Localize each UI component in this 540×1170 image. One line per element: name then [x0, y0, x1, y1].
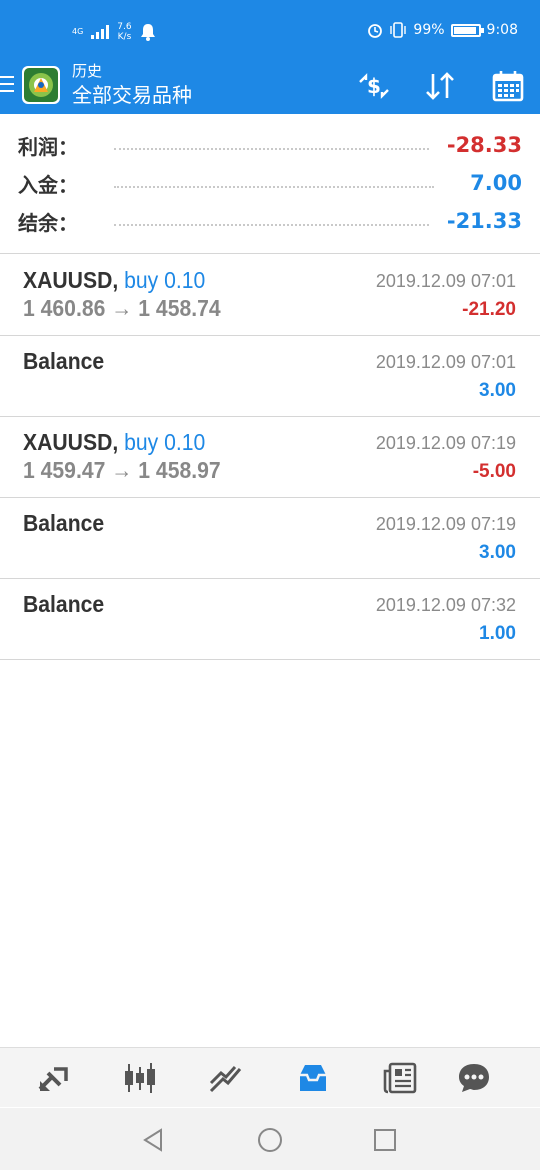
net-speed-unit: K/s: [117, 32, 132, 42]
system-nav-bar: [0, 1108, 540, 1170]
item-symbol-line: Balance: [23, 591, 104, 618]
dotted-leader: [114, 148, 429, 150]
summary-balance-row: 结余： -21.33: [18, 202, 522, 240]
dotted-leader: [114, 224, 429, 226]
status-left: 4G 7.6 K/s: [72, 22, 156, 42]
item-amount: 3.00: [479, 542, 516, 563]
notification-bell-icon: [140, 24, 155, 41]
item-prices: 1 459.47 → 1 458.97: [23, 457, 221, 483]
app-bar: 历史 全部交易品种 $: [0, 58, 540, 114]
item-symbol-line: Balance: [23, 510, 104, 537]
news-icon[interactable]: [382, 1061, 418, 1095]
chat-icon[interactable]: [456, 1061, 492, 1095]
recents-icon[interactable]: [371, 1126, 399, 1154]
battery-icon: [450, 23, 484, 37]
app-title-group: 历史 全部交易品种: [72, 60, 192, 108]
summary-panel: 利润： -28.33 入金： 7.00 结余： -21.33: [0, 114, 540, 254]
history-item[interactable]: Balance 2019.12.09 07:01 3.00: [0, 336, 540, 417]
item-prices: 1 460.86 → 1 458.74: [23, 295, 221, 321]
signal-icon: [91, 25, 110, 39]
history-item[interactable]: Balance 2019.12.09 07:19 3.00: [0, 498, 540, 579]
item-date: 2019.12.09 07:19: [375, 433, 516, 453]
summary-deposit-row: 入金： 7.00: [18, 164, 522, 202]
item-symbol-line: Balance: [23, 348, 104, 375]
history-item[interactable]: XAUUSD, buy 0.10 1 459.47 → 1 458.97 201…: [0, 417, 540, 498]
status-right: 99% 9:08: [367, 22, 518, 38]
item-trade-type: buy 0.10: [124, 267, 206, 293]
trade-icon[interactable]: [208, 1061, 244, 1095]
item-date: 2019.12.09 07:32: [375, 595, 516, 615]
item-symbol: Balance: [23, 510, 105, 536]
battery-percent: 99%: [413, 22, 445, 38]
history-icon[interactable]: [295, 1061, 331, 1095]
history-list: XAUUSD, buy 0.10 1 460.86 → 1 458.74 201…: [0, 255, 540, 660]
vibrate-icon: [390, 22, 407, 38]
chart-icon[interactable]: [122, 1061, 158, 1095]
item-trade-type: buy 0.10: [124, 429, 206, 455]
back-icon[interactable]: [140, 1126, 168, 1154]
net-speed: 7.6 K/s: [117, 22, 131, 42]
calendar-icon[interactable]: [490, 68, 526, 104]
net-speed-value: 7.6: [117, 22, 132, 32]
menu-icon[interactable]: [0, 76, 14, 94]
screen-title: 历史: [72, 62, 103, 80]
symbol-filter-label[interactable]: 全部交易品种: [72, 82, 192, 108]
home-icon[interactable]: [256, 1126, 284, 1154]
metatrader-logo-icon: [24, 68, 58, 102]
item-symbol: XAUUSD,: [23, 429, 119, 455]
profit-value: -28.33: [446, 133, 522, 157]
clock: 9:08: [486, 22, 518, 38]
summary-profit-row: 利润： -28.33: [18, 126, 522, 164]
profit-label: 利润：: [18, 134, 78, 159]
svg-text:$: $: [367, 74, 381, 98]
item-date: 2019.12.09 07:19: [375, 514, 516, 534]
deposit-value: 7.00: [470, 171, 522, 195]
item-symbol: Balance: [23, 348, 105, 374]
item-amount: -5.00: [472, 461, 516, 482]
app-logo: [22, 66, 60, 104]
status-bar: 4G 7.6 K/s 99% 9:08: [0, 0, 540, 58]
quotes-icon[interactable]: [36, 1061, 72, 1095]
item-symbol: Balance: [23, 591, 105, 617]
item-symbol-line: XAUUSD, buy 0.10: [23, 267, 205, 294]
item-symbol-line: XAUUSD, buy 0.10: [23, 429, 205, 456]
alarm-icon: [368, 24, 383, 38]
deposit-label: 入金：: [18, 172, 78, 197]
item-amount: 1.00: [479, 623, 516, 644]
history-item[interactable]: XAUUSD, buy 0.10 1 460.86 → 1 458.74 201…: [0, 255, 540, 336]
item-date: 2019.12.09 07:01: [375, 271, 516, 291]
dotted-leader: [114, 186, 434, 188]
balance-label: 结余：: [18, 210, 78, 235]
item-amount: -21.20: [462, 299, 516, 320]
network-type: 4G: [72, 27, 84, 36]
balance-value: -21.33: [446, 209, 522, 233]
bottom-nav: [0, 1047, 540, 1107]
currency-swap-icon[interactable]: $: [356, 68, 392, 104]
item-date: 2019.12.09 07:01: [375, 352, 516, 372]
item-symbol: XAUUSD,: [23, 267, 119, 293]
sort-icon[interactable]: [422, 68, 458, 104]
history-item[interactable]: Balance 2019.12.09 07:32 1.00: [0, 579, 540, 660]
item-amount: 3.00: [479, 380, 516, 401]
